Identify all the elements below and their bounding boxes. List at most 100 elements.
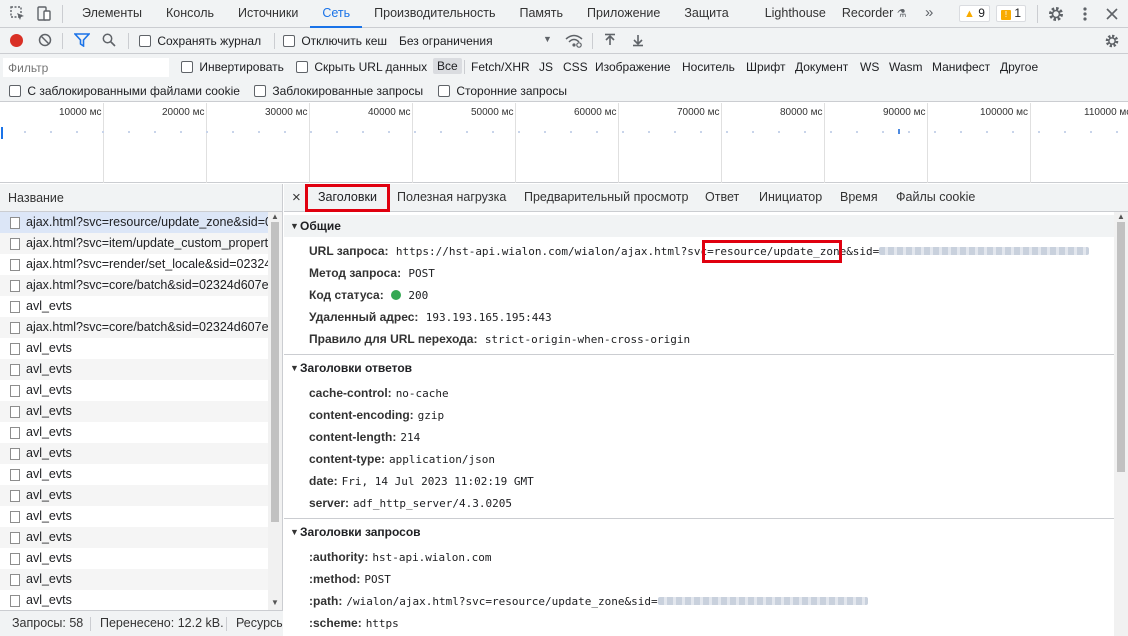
tab-security[interactable]: Защита bbox=[672, 0, 740, 28]
close-details-icon[interactable]: × bbox=[292, 189, 301, 206]
scroll-up-icon[interactable]: ▲ bbox=[1117, 212, 1125, 221]
inspect-element-icon[interactable] bbox=[8, 4, 28, 24]
header-name: date: bbox=[309, 474, 338, 488]
filter-type-other[interactable]: Другое bbox=[1000, 60, 1038, 74]
divider bbox=[464, 60, 465, 74]
document-icon bbox=[10, 595, 20, 607]
request-name: ajax.html?svc=core/batch&sid=02324d607eb bbox=[26, 278, 268, 292]
disable-cache-toggle[interactable]: Отключить кеш bbox=[283, 34, 387, 48]
tab-preview[interactable]: Предварительный просмотр bbox=[524, 190, 688, 204]
scrollbar-thumb[interactable] bbox=[1117, 222, 1125, 472]
request-row[interactable]: avl_evts bbox=[0, 443, 268, 464]
third-party-toggle[interactable]: Сторонние запросы bbox=[438, 84, 567, 98]
filter-type-css[interactable]: CSS bbox=[563, 60, 588, 74]
request-row[interactable]: avl_evts bbox=[0, 506, 268, 527]
warnings-badge[interactable]: ▲ 9 bbox=[959, 5, 990, 22]
request-row[interactable]: ajax.html?svc=resource/update_zone&sid=0… bbox=[0, 212, 268, 233]
request-row[interactable]: ajax.html?svc=render/set_locale&sid=0232… bbox=[0, 254, 268, 275]
blocked-cookies-checkbox[interactable] bbox=[9, 85, 21, 97]
request-row[interactable]: avl_evts bbox=[0, 422, 268, 443]
record-icon[interactable] bbox=[10, 34, 23, 47]
tab-lighthouse[interactable]: Lighthouse bbox=[741, 0, 838, 28]
request-row[interactable]: avl_evts bbox=[0, 338, 268, 359]
request-row[interactable]: avl_evts bbox=[0, 590, 268, 610]
disable-cache-checkbox[interactable] bbox=[283, 35, 295, 47]
request-row[interactable]: avl_evts bbox=[0, 464, 268, 485]
network-settings-gear-icon[interactable] bbox=[1103, 32, 1121, 53]
tab-cookies[interactable]: Файлы cookie bbox=[896, 190, 975, 204]
filter-input[interactable] bbox=[3, 58, 169, 77]
scroll-up-icon[interactable]: ▲ bbox=[271, 212, 279, 221]
tab-recorder[interactable]: Recorder ⚗ bbox=[838, 0, 919, 28]
more-tabs-button[interactable]: » bbox=[925, 4, 933, 21]
timeline-overview[interactable]: 10000 мс 20000 мс 30000 мс 40000 мс 5000… bbox=[0, 103, 1128, 183]
tab-headers[interactable]: Заголовки bbox=[318, 190, 377, 204]
request-row[interactable]: avl_evts bbox=[0, 380, 268, 401]
filter-type-ws[interactable]: WS bbox=[860, 60, 879, 74]
filter-type-fetch-xhr[interactable]: Fetch/XHR bbox=[471, 60, 530, 74]
filter-type-all[interactable]: Все bbox=[433, 58, 462, 74]
close-devtools-icon[interactable] bbox=[1102, 4, 1122, 24]
filter-type-media[interactable]: Носитель bbox=[682, 60, 735, 74]
filter-funnel-icon[interactable] bbox=[73, 33, 91, 50]
tab-network[interactable]: Сеть bbox=[310, 0, 363, 28]
filter-type-font[interactable]: Шрифт bbox=[746, 60, 785, 74]
scroll-down-icon[interactable]: ▼ bbox=[271, 598, 279, 607]
hide-data-urls-toggle[interactable]: Скрыть URL данных bbox=[296, 60, 427, 74]
request-row[interactable]: avl_evts bbox=[0, 569, 268, 590]
request-row[interactable]: avl_evts bbox=[0, 527, 268, 548]
preserve-log-checkbox[interactable] bbox=[139, 35, 151, 47]
tab-sources[interactable]: Источники bbox=[226, 0, 310, 28]
import-har-icon[interactable] bbox=[603, 33, 617, 50]
filter-type-js[interactable]: JS bbox=[539, 60, 553, 74]
tab-response[interactable]: Ответ bbox=[705, 190, 739, 204]
section-request-headers[interactable]: ▼ Заголовки запросов bbox=[284, 521, 1114, 543]
third-party-checkbox[interactable] bbox=[438, 85, 450, 97]
section-response-headers[interactable]: ▼ Заголовки ответов bbox=[284, 357, 1114, 379]
kebab-menu-icon[interactable] bbox=[1075, 4, 1095, 24]
tab-memory[interactable]: Память bbox=[508, 0, 576, 28]
filter-type-wasm[interactable]: Wasm bbox=[889, 60, 923, 74]
tab-timing[interactable]: Время bbox=[840, 190, 878, 204]
tab-application[interactable]: Приложение bbox=[575, 0, 672, 28]
invert-toggle[interactable]: Инвертировать bbox=[181, 60, 284, 74]
issues-badge[interactable]: ! 1 bbox=[996, 5, 1027, 22]
header-name: :path: bbox=[309, 594, 343, 608]
filter-type-image[interactable]: Изображение bbox=[595, 60, 671, 74]
scrollbar-thumb[interactable] bbox=[271, 222, 279, 522]
request-row[interactable]: ajax.html?svc=core/batch&sid=02324d607eb bbox=[0, 275, 268, 296]
section-general[interactable]: ▼ Общие bbox=[284, 215, 1114, 237]
preserve-log-toggle[interactable]: Сохранять журнал bbox=[139, 34, 261, 48]
request-list-scrollbar[interactable]: ▲ ▼ bbox=[268, 212, 282, 610]
tab-console[interactable]: Консоль bbox=[154, 0, 226, 28]
clear-icon[interactable] bbox=[38, 33, 52, 50]
request-row[interactable]: avl_evts bbox=[0, 485, 268, 506]
request-row[interactable]: avl_evts bbox=[0, 359, 268, 380]
export-har-icon[interactable] bbox=[631, 33, 645, 50]
settings-gear-icon[interactable] bbox=[1046, 4, 1066, 24]
blocked-requests-checkbox[interactable] bbox=[254, 85, 266, 97]
request-row[interactable]: avl_evts bbox=[0, 548, 268, 569]
filter-type-manifest[interactable]: Манифест bbox=[932, 60, 990, 74]
blocked-requests-toggle[interactable]: Заблокированные запросы bbox=[254, 84, 423, 98]
tab-initiator[interactable]: Инициатор bbox=[759, 190, 822, 204]
search-icon[interactable] bbox=[102, 33, 116, 50]
invert-checkbox[interactable] bbox=[181, 61, 193, 73]
device-toolbar-icon[interactable] bbox=[34, 4, 54, 24]
tab-elements[interactable]: Элементы bbox=[70, 0, 154, 28]
request-row[interactable]: ajax.html?svc=item/update_custom_propert… bbox=[0, 233, 268, 254]
request-row[interactable]: avl_evts bbox=[0, 401, 268, 422]
network-conditions-wifi-icon[interactable] bbox=[565, 33, 583, 52]
request-name: ajax.html?svc=resource/update_zone&sid=0… bbox=[26, 215, 268, 229]
devtools-top-bar: Элементы Консоль Источники Сеть Производ… bbox=[0, 0, 1128, 28]
blocked-cookies-toggle[interactable]: С заблокированными файлами cookie bbox=[9, 84, 240, 98]
tab-payload[interactable]: Полезная нагрузка bbox=[397, 190, 506, 204]
request-row[interactable]: avl_evts bbox=[0, 296, 268, 317]
hide-data-urls-checkbox[interactable] bbox=[296, 61, 308, 73]
throttling-select[interactable]: Без ограничения ▼ bbox=[399, 34, 554, 48]
filter-type-document[interactable]: Документ bbox=[795, 60, 848, 74]
request-row[interactable]: ajax.html?svc=core/batch&sid=02324d607eb bbox=[0, 317, 268, 338]
details-scrollbar[interactable]: ▲ bbox=[1114, 212, 1128, 636]
request-list-header[interactable]: Название bbox=[0, 184, 282, 212]
tab-performance[interactable]: Производительность bbox=[362, 0, 507, 28]
